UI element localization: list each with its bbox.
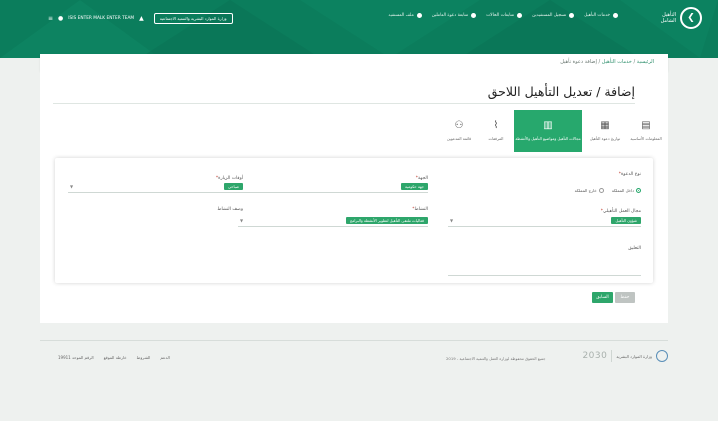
logo-arrow-icon: ❯	[680, 7, 702, 29]
radio-label: داخل المملكة	[611, 188, 634, 193]
breadcrumb-current: إضافة دعوة تأهيل	[560, 59, 597, 65]
nav-label: متابعات الحالات	[486, 13, 515, 18]
step-label: المعلومات الأساسية	[630, 136, 662, 141]
nav-label: خدمات التأهيل	[584, 13, 610, 18]
radio-external[interactable]: خارج المملكة	[575, 188, 604, 193]
nav-item-register[interactable]: تسجيل المستفيدين	[532, 13, 575, 18]
vision-2030-logo: 2030	[582, 351, 608, 361]
nav-dot-icon	[471, 13, 477, 18]
branding-separator	[611, 350, 613, 362]
nav-dot-icon	[569, 13, 575, 18]
form-card: نوع الدعوة* داخل المملكة خارج المملكة ال…	[55, 158, 653, 283]
calendar-icon: ▦	[600, 120, 610, 131]
app-header: ❯ التأهيل الشامل خدمات التأهيل تسجيل الم…	[0, 0, 718, 58]
work-field-select[interactable]: شؤون التأهيل ▼	[448, 217, 641, 227]
nav-label: متابعة دعوة العاملين	[431, 13, 469, 18]
notification-icon[interactable]: ●	[58, 15, 63, 22]
destination-select[interactable]: جهة حكومية ▼	[238, 183, 428, 193]
breadcrumb-home-link[interactable]: الرئيسية	[637, 59, 654, 65]
radio-checked-icon	[636, 188, 641, 193]
footer-divider	[40, 340, 668, 341]
grid-icon: ▥	[543, 120, 553, 131]
visit-time-label: أوقات الزيارة*	[216, 176, 243, 181]
logo-text: التأهيل الشامل	[660, 12, 676, 24]
footer-branding: وزارة الموارد البشرية 2030	[582, 350, 668, 362]
footer-link-terms[interactable]: الشروط	[137, 355, 151, 360]
step-dates[interactable]: ▦ تواريخ دعوة التأهيل	[585, 110, 625, 152]
chevron-down-icon: ▼	[450, 218, 454, 223]
breadcrumb: الرئيسية / خدمات التأهيل / إضافة دعوة تأ…	[560, 59, 654, 65]
nav-item-rehab-services[interactable]: خدمات التأهيل	[584, 13, 618, 18]
nav-label: ملف المستفيد	[388, 13, 414, 18]
destination-tag: جهة حكومية	[401, 183, 428, 190]
call-type-label-text: نوع الدعوة	[620, 172, 641, 177]
nav-dot-icon	[517, 13, 523, 18]
call-type-label: نوع الدعوة*	[619, 172, 641, 177]
destination-label: الجهة*	[416, 176, 428, 181]
notes-textarea[interactable]	[448, 262, 641, 276]
notes-label: التعليق	[628, 246, 641, 251]
chevron-down-icon: ▼	[240, 218, 244, 223]
work-field-label-text: مجال العمل التأهيلي	[603, 209, 641, 214]
footer-link-sitemap[interactable]: خارطة الموقع	[104, 355, 127, 360]
breadcrumb-bar: الرئيسية / خدمات التأهيل / إضافة دعوة تأ…	[40, 54, 668, 71]
site-logo[interactable]: ❯ التأهيل الشامل	[652, 7, 702, 29]
footer-contact[interactable]: الرقم الموحد 19911	[58, 355, 94, 360]
activity-tag: فعاليات ملتقى التأهيل لتطوير الأنشطة وال…	[345, 217, 428, 224]
work-field-tag: شؤون التأهيل	[611, 217, 641, 224]
user-name[interactable]: ISIS ENTER MALK ENTER TEAM	[68, 16, 134, 21]
footer-link-support[interactable]: الدعم	[160, 355, 169, 360]
breadcrumb-parent-link[interactable]: خدمات التأهيل	[602, 59, 632, 65]
activity-description-label: وصف النشاط	[217, 207, 243, 212]
title-divider	[53, 103, 635, 104]
wizard-steps: ▤ المعلومات الأساسية ▦ تواريخ دعوة التأه…	[437, 110, 665, 152]
user-icon: ▲	[139, 15, 144, 22]
ministry-name: وزارة الموارد البشرية	[616, 353, 652, 359]
activity-label: النشاط*	[412, 207, 428, 212]
ministry-logo-icon	[656, 350, 668, 362]
nav-label: تسجيل المستفيدين	[532, 13, 567, 18]
page-title: إضافة / تعديل التأهيل اللاحق	[487, 84, 635, 99]
menu-icon[interactable]: ≡	[48, 15, 53, 22]
work-field-label: مجال العمل التأهيلي*	[601, 209, 641, 214]
step-label: مجالات التأهيل ومواضيع التأهيل والأنشطة	[515, 136, 581, 141]
visit-time-select[interactable]: صباحي ▼	[68, 183, 243, 193]
step-label: تواريخ دعوة التأهيل	[589, 136, 621, 141]
nav-item-follow-invites[interactable]: متابعة دعوة العاملين	[431, 13, 477, 18]
visit-time-label-text: أوقات الزيارة	[218, 176, 243, 181]
step-invitees[interactable]: ⚇ قائمة المدعوين	[439, 110, 479, 152]
top-navigation: خدمات التأهيل تسجيل المستفيدين متابعات ا…	[388, 13, 618, 18]
step-attachments[interactable]: ⌇ المرفقات	[481, 110, 511, 152]
breadcrumb-separator: /	[598, 59, 601, 65]
back-button[interactable]: السابق	[592, 292, 613, 303]
radio-internal[interactable]: داخل المملكة	[612, 188, 641, 193]
chevron-down-icon: ▼	[70, 184, 74, 189]
breadcrumb-separator: /	[633, 59, 636, 65]
footer-links: الرقم الموحد 19911 خارطة الموقع الشروط ا…	[58, 355, 170, 360]
nav-dot-icon	[613, 13, 618, 18]
paperclip-icon: ⌇	[493, 120, 499, 131]
header-pattern	[0, 0, 718, 58]
step-label: المرفقات	[488, 136, 504, 141]
save-button[interactable]: حفظ	[615, 292, 635, 303]
nav-dot-icon	[416, 13, 422, 18]
nav-item-follow-cases[interactable]: متابعات الحالات	[486, 13, 523, 18]
step-basic-info[interactable]: ▤ المعلومات الأساسية	[627, 110, 665, 152]
call-type-radios: داخل المملكة خارج المملكة	[575, 188, 641, 193]
step-label: قائمة المدعوين	[446, 136, 472, 141]
visit-time-tag: صباحي	[223, 183, 243, 190]
radio-label: خارج المملكة	[574, 188, 597, 193]
activity-select[interactable]: فعاليات ملتقى التأهيل لتطوير الأنشطة وال…	[238, 217, 428, 227]
radio-unchecked-icon	[598, 188, 604, 193]
step-fields-activities[interactable]: ▥ مجالات التأهيل ومواضيع التأهيل والأنشط…	[514, 110, 582, 152]
activity-label-text: النشاط	[414, 207, 428, 212]
destination-label-text: الجهة	[417, 176, 428, 181]
people-icon: ⚇	[454, 120, 464, 131]
nav-item-profile[interactable]: ملف المستفيد	[388, 13, 422, 18]
main-panel: إضافة / تعديل التأهيل اللاحق ▤ المعلومات…	[40, 71, 668, 323]
switch-entity-button[interactable]: وزارة الموارد البشرية والتنمية الاجتماعي…	[153, 13, 233, 24]
doc-icon: ▤	[641, 120, 651, 131]
copyright-text: 2019 - جميع الحقوق محفوظة لوزارة العمل و…	[446, 356, 546, 361]
header-user-area: ≡ ● ISIS ENTER MALK ENTER TEAM ▲ وزارة ا…	[48, 13, 233, 24]
